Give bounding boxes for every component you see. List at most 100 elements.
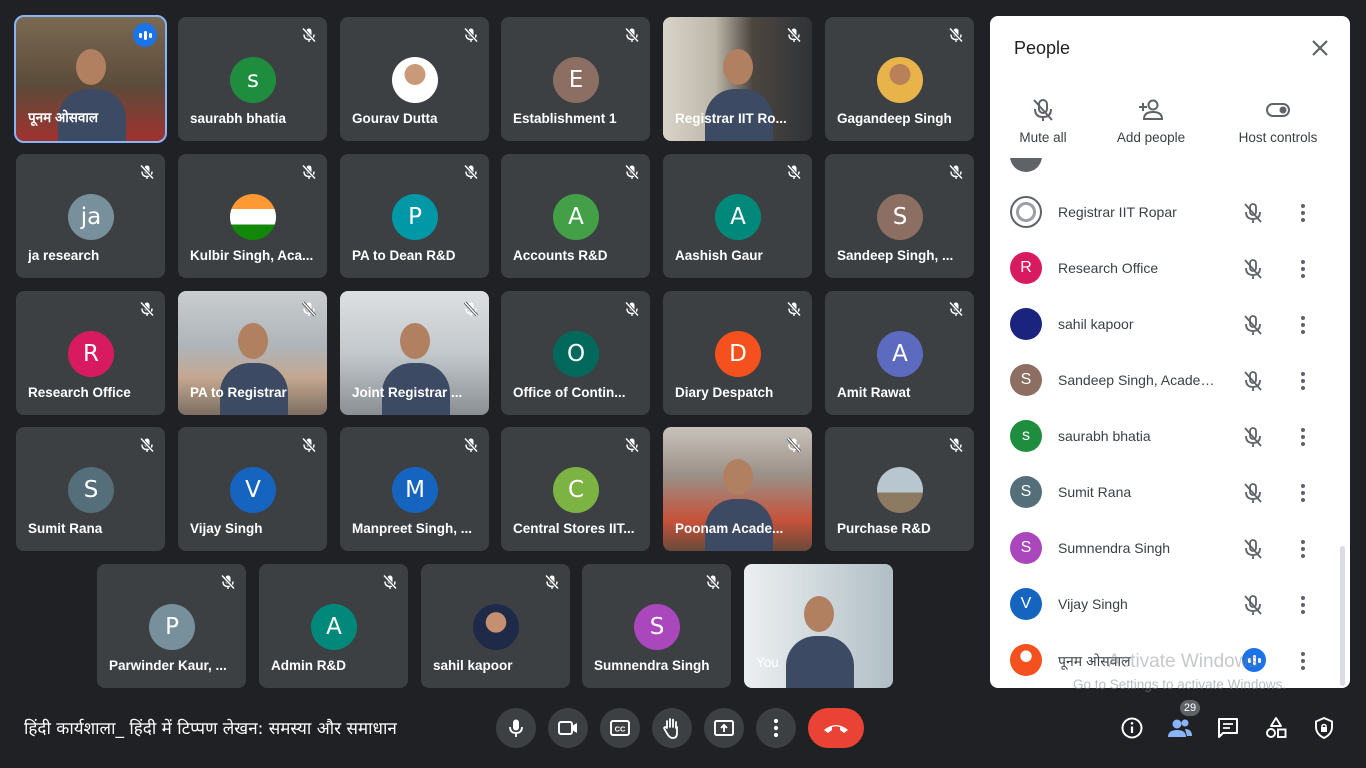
participant-tile-pa-to-dean-r-d[interactable]: P PA to Dean R&D: [340, 154, 489, 278]
mic-off-icon: [624, 301, 640, 317]
participant-tile-amit-rawat[interactable]: A Amit Rawat: [825, 291, 974, 415]
participant-tile-purchase-r-d[interactable]: Purchase R&D: [825, 427, 974, 551]
participant-tile-saurabh-bhatia[interactable]: s saurabh bhatia: [178, 17, 327, 141]
participant-row-saurabh-bhatia[interactable]: s saurabh bhatia: [990, 408, 1350, 464]
participant-row-sumit-rana[interactable]: S Sumit Rana: [990, 464, 1350, 520]
more-vert-icon[interactable]: [1293, 594, 1313, 616]
more-vert-icon[interactable]: [1293, 370, 1313, 392]
participant-row-vijay-singh[interactable]: V Vijay Singh: [990, 576, 1350, 632]
mic-off-icon: [624, 164, 640, 180]
present-button[interactable]: [704, 708, 744, 748]
mic-off-icon[interactable]: [1242, 370, 1264, 392]
toggle-icon: [1266, 103, 1290, 117]
more-vert-icon[interactable]: [1293, 650, 1313, 672]
mic-off-icon: [139, 164, 155, 180]
participant-tile-accounts-r-d[interactable]: A Accounts R&D: [501, 154, 650, 278]
leave-call-button[interactable]: [808, 708, 864, 748]
host-safety-button[interactable]: [1310, 714, 1338, 742]
participant-avatar: V: [1010, 588, 1042, 620]
participant-tile-diary-despatch[interactable]: D Diary Despatch: [663, 291, 812, 415]
mic-off-icon: [139, 437, 155, 453]
participant-name: You: [756, 655, 779, 670]
participant-tile-parwinder-kaur[interactable]: P Parwinder Kaur, ...: [97, 564, 246, 688]
participant-tile-sumnendra-singh[interactable]: S Sumnendra Singh: [582, 564, 731, 688]
participant-avatar: s: [1010, 420, 1042, 452]
avatar-initial: A: [715, 194, 761, 240]
more-vert-icon[interactable]: [1293, 258, 1313, 280]
participant-row-sahil-kapoor[interactable]: sahil kapoor: [990, 296, 1350, 352]
more-vert-icon[interactable]: [1293, 202, 1313, 224]
raise-hand-button[interactable]: [652, 708, 692, 748]
participant-name: Sandeep Singh, ...: [837, 248, 954, 263]
avatar-photo: [877, 57, 923, 103]
add-people-label: Add people: [1116, 130, 1186, 145]
meeting-details-button[interactable]: [1118, 714, 1146, 742]
mic-off-icon: [139, 301, 155, 317]
mute-all-button[interactable]: Mute all: [1008, 98, 1078, 145]
participant-name: Amit Rawat: [837, 385, 911, 400]
participant-tile-registrar-iit-ro[interactable]: Registrar IIT Ro...: [663, 17, 812, 141]
participant-name: Aashish Gaur: [675, 248, 763, 263]
participant-name: Sandeep Singh, Academi...: [1058, 372, 1226, 388]
mic-off-icon: [301, 27, 317, 43]
participant-row-registrar-iit-ropar[interactable]: Registrar IIT Ropar: [990, 184, 1350, 240]
participant-tile-establishment-1[interactable]: E Establishment 1: [501, 17, 650, 141]
chat-button[interactable]: [1214, 714, 1242, 742]
participant-tile-gourav-dutta[interactable]: Gourav Dutta: [340, 17, 489, 141]
participant-name: Sumit Rana: [28, 521, 103, 536]
participant-name: Gourav Dutta: [352, 111, 438, 126]
participant-name: Joint Registrar ...: [352, 385, 463, 400]
participant-tile-vijay-singh[interactable]: V Vijay Singh: [178, 427, 327, 551]
host-controls-button[interactable]: Host controls: [1230, 98, 1326, 145]
participant-tile-manpreet-singh[interactable]: M Manpreet Singh, ...: [340, 427, 489, 551]
avatar-initial: s: [230, 57, 276, 103]
mic-icon: [509, 719, 523, 737]
more-options-button[interactable]: [756, 708, 796, 748]
participant-tile-kulbir-singh-aca[interactable]: Kulbir Singh, Aca...: [178, 154, 327, 278]
camera-button[interactable]: [548, 708, 588, 748]
avatar-initial: R: [68, 331, 114, 377]
more-vert-icon[interactable]: [1293, 482, 1313, 504]
participant-tile-sumit-rana[interactable]: S Sumit Rana: [16, 427, 165, 551]
participant-tile-aashish-gaur[interactable]: A Aashish Gaur: [663, 154, 812, 278]
participant-tile-gagandeep-singh[interactable]: Gagandeep Singh: [825, 17, 974, 141]
participant-tile-research-office[interactable]: R Research Office: [16, 291, 165, 415]
mic-off-icon: [463, 164, 479, 180]
mic-off-icon[interactable]: [1242, 258, 1264, 280]
participant-avatar: [1010, 644, 1042, 676]
scrollbar[interactable]: [1340, 546, 1345, 686]
mic-off-icon[interactable]: [1242, 314, 1264, 336]
mic-off-icon: [624, 27, 640, 43]
mic-off-icon[interactable]: [1242, 426, 1264, 448]
mic-off-icon[interactable]: [1242, 594, 1264, 616]
participant-tile-sahil-kapoor[interactable]: sahil kapoor: [421, 564, 570, 688]
mic-off-icon[interactable]: [1242, 202, 1264, 224]
mic-off-icon[interactable]: [1242, 482, 1264, 504]
participant-tile-pa-to-registrar[interactable]: PA to Registrar: [178, 291, 327, 415]
participant-tile-poonam-acade[interactable]: Poonam Acade...: [663, 427, 812, 551]
participant-row-sumnendra-singh[interactable]: S Sumnendra Singh: [990, 520, 1350, 576]
more-vert-icon[interactable]: [1293, 538, 1313, 560]
participant-tile-participant[interactable]: पूनम ओसवाल: [14, 15, 167, 143]
participant-name: Sumnendra Singh: [1058, 540, 1171, 556]
participant-row-research-office[interactable]: R Research Office: [990, 240, 1350, 296]
participant-tile-central-stores-iit[interactable]: C Central Stores IIT...: [501, 427, 650, 551]
participant-tile-ja-research[interactable]: ja ja research: [16, 154, 165, 278]
more-vert-icon[interactable]: [1293, 426, 1313, 448]
mic-button[interactable]: [496, 708, 536, 748]
captions-button[interactable]: CC: [600, 708, 640, 748]
participant-tile-admin-r-d[interactable]: A Admin R&D: [259, 564, 408, 688]
participant-tile-sandeep-singh[interactable]: S Sandeep Singh, ...: [825, 154, 974, 278]
participant-tile-you[interactable]: You: [744, 564, 893, 688]
captions-icon: CC: [610, 720, 630, 736]
participant-tile-office-of-contin[interactable]: O Office of Contin...: [501, 291, 650, 415]
people-button[interactable]: [1166, 714, 1194, 742]
activities-button[interactable]: [1262, 714, 1290, 742]
mic-off-icon[interactable]: [1242, 538, 1264, 560]
participant-tile-joint-registrar[interactable]: Joint Registrar ...: [340, 291, 489, 415]
more-vert-icon[interactable]: [1293, 314, 1313, 336]
add-people-button[interactable]: Add people: [1108, 98, 1194, 145]
info-icon: [1121, 717, 1143, 739]
participant-row-sandeep-singh-academi[interactable]: S Sandeep Singh, Academi...: [990, 352, 1350, 408]
close-icon[interactable]: [1308, 36, 1332, 60]
